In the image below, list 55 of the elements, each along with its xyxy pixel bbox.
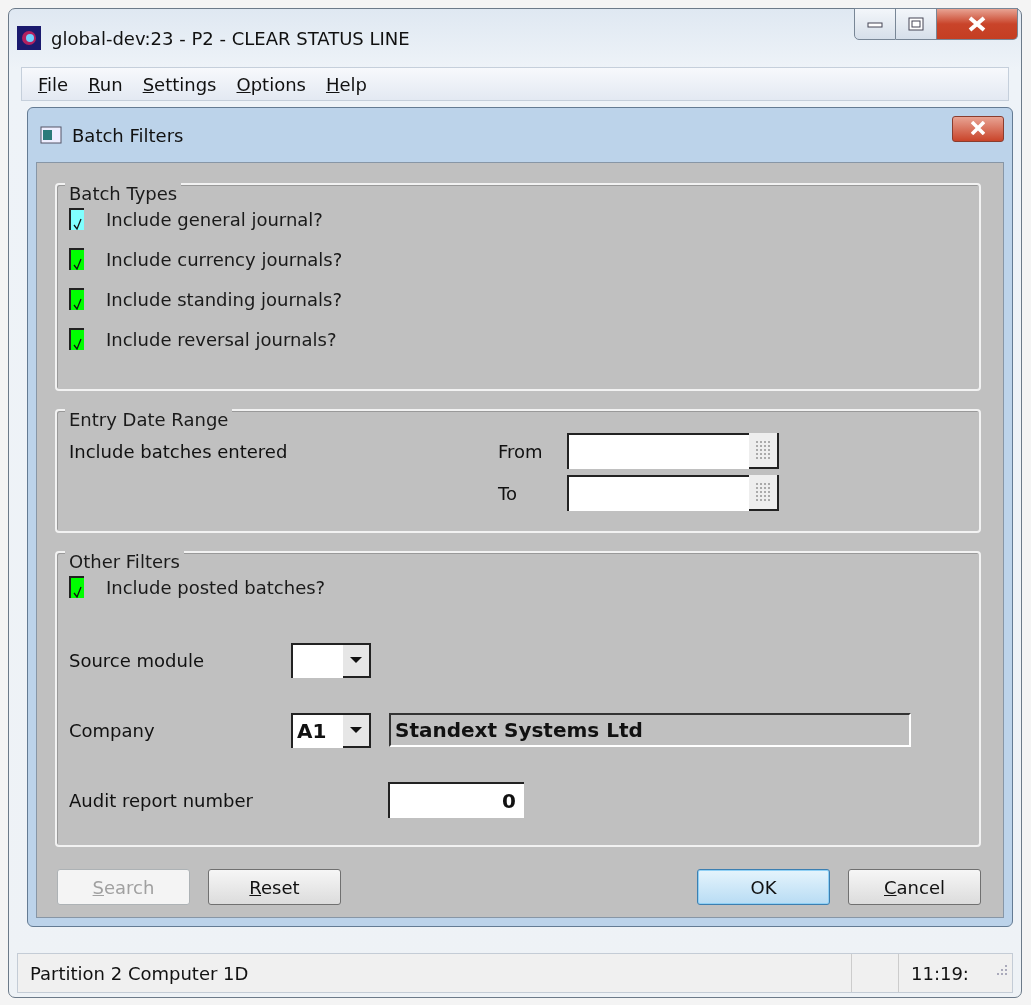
close-button[interactable] [952,116,1004,142]
close-button[interactable] [937,8,1018,40]
checkbox-label: Include currency journals? [106,248,343,270]
window-icon [40,126,62,144]
dialog-title: Batch Filters [72,124,184,146]
menu-item[interactable]: Settings [132,73,227,95]
field-label: Company [69,719,156,741]
dialog-button[interactable]: Cancel [848,869,981,905]
status-message: Partition 2 Computer 1D [18,954,852,992]
restore-icon [908,17,924,31]
dropdown-arrow-icon [350,726,362,734]
calendar-icon [755,441,771,459]
menu-item[interactable]: Run [78,73,133,95]
check-icon [73,258,82,270]
check-icon [73,298,82,310]
menu-item[interactable]: Help [315,73,378,95]
checkbox-label: Include posted batches? [106,576,326,598]
dropdown-arrow-icon [350,656,362,664]
field-label: From [498,440,544,462]
menu-item[interactable]: Options [226,73,316,95]
dropdown[interactable] [291,642,371,678]
field-label: Audit report number [69,789,254,811]
checkbox-label: Include reversal journals? [106,328,337,350]
checkbox[interactable] [69,248,84,270]
field-label: To [498,482,518,504]
field-label: Source module [69,649,205,671]
checkbox[interactable] [69,208,84,230]
check-icon [73,586,82,598]
close-icon [971,121,985,135]
menu-item[interactable]: File [28,73,79,95]
number-field[interactable]: 0 [388,782,524,818]
checkbox[interactable] [69,328,84,350]
date-field[interactable] [567,475,779,511]
maximize-button[interactable] [896,8,937,40]
checkbox-label: Include standing journals? [106,288,342,310]
group-title: Batch Types [65,183,182,205]
close-icon [967,16,987,32]
check-icon [73,218,82,230]
company-name-field: Standext Systems Ltd [389,713,911,747]
calendar-icon [755,483,771,501]
checkbox[interactable] [69,576,84,598]
window-title: global-dev:23 - P2 - CLEAR STATUS LINE [51,27,410,49]
status-time: 11:19: [910,962,970,984]
checkbox[interactable] [69,288,84,310]
minimize-button[interactable] [854,8,896,40]
check-icon [73,338,82,350]
checkbox-label: Include general journal? [106,208,323,230]
resize-grip-icon [995,962,1009,977]
minimize-icon [867,20,883,28]
group-title: Entry Date Range [65,409,233,431]
app-icon [17,26,41,50]
dialog-button[interactable]: Reset [208,869,341,905]
field-label: Include batches entered [69,440,289,462]
dialog-button[interactable]: OK [697,869,830,905]
date-field[interactable] [567,433,779,469]
